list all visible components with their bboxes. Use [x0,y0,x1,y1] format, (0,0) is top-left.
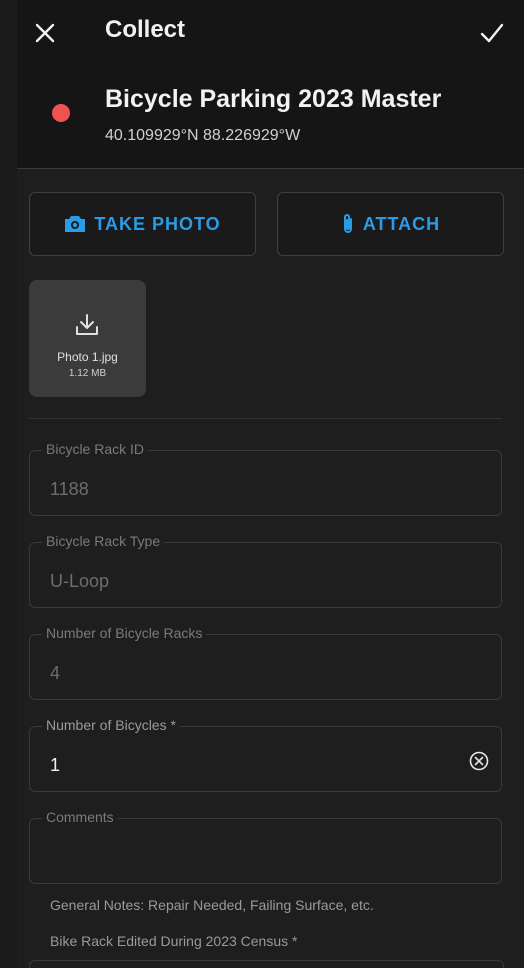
field-label: Number of Bicycles * [42,717,180,733]
close-button[interactable] [25,13,65,53]
check-icon [480,23,504,43]
section-divider [29,418,502,419]
camera-icon [65,216,86,232]
field-label: Comments [42,809,118,825]
attach-label: ATTACH [362,213,441,234]
take-photo-label: TAKE PHOTO [94,213,221,234]
paperclip-icon [343,214,352,233]
download-icon [76,314,98,335]
layer-name: Bicycle Parking 2023 Master [105,85,442,113]
clear-icon[interactable] [469,751,489,771]
field-label: Bicycle Rack Type [42,533,165,549]
field-value: 1 [50,755,61,775]
comments-field[interactable]: Comments [29,809,502,884]
location-coordinates: 40.109929°N 88.226929°W [105,127,301,144]
screen-title: Collect [105,16,186,43]
field-value: U-Loop [50,571,110,591]
collect-form-screen: Collect Bicycle Parking 2023 Master 40.1… [17,0,524,968]
field-value: 1188 [50,479,89,499]
field-label: Bicycle Rack ID [42,441,149,457]
attachment-file-size: 1.12 MB [68,368,107,379]
next-field-label: Bike Rack Edited During 2023 Census * [50,933,298,949]
submit-button[interactable] [472,13,512,53]
attach-button[interactable]: ATTACH [277,192,504,256]
attachment-file-name: Photo 1.jpg [57,350,118,364]
number-of-racks-field[interactable]: Number of Bicycle Racks 4 [29,625,502,700]
form-header: Collect Bicycle Parking 2023 Master 40.1… [17,0,524,169]
attachment-thumbnail[interactable]: Photo 1.jpg 1.12 MB [29,280,146,397]
status-dot [52,104,70,122]
comments-hint: General Notes: Repair Needed, Failing Su… [50,897,374,913]
bicycle-rack-id-field[interactable]: Bicycle Rack ID 1188 [29,441,502,516]
take-photo-button[interactable]: TAKE PHOTO [29,192,256,256]
bike-rack-edited-field[interactable] [29,960,504,968]
bicycle-rack-type-field[interactable]: Bicycle Rack Type U-Loop [29,533,502,608]
field-value: 4 [50,663,61,683]
field-label: Number of Bicycle Racks [42,625,207,641]
close-icon [35,23,55,43]
number-of-bicycles-field[interactable]: Number of Bicycles * 1 [29,717,502,792]
